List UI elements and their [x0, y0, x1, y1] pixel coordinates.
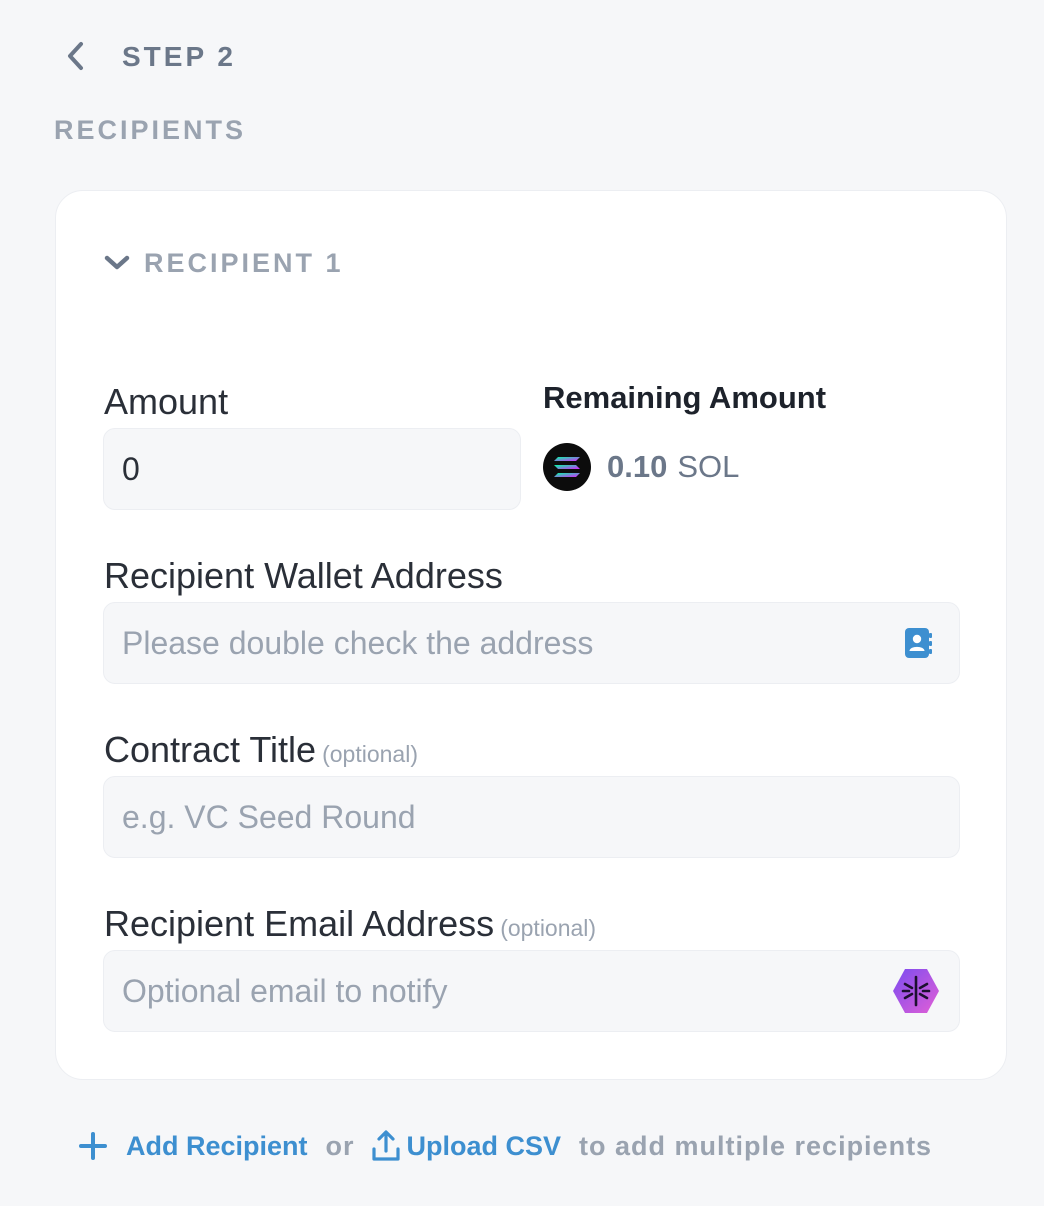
- amount-input[interactable]: [103, 428, 521, 510]
- contract-title-label-text: Contract Title: [104, 729, 317, 770]
- chevron-left-icon: [68, 42, 83, 70]
- step-label: STEP 2: [122, 41, 236, 72]
- amount-label: Amount: [104, 381, 229, 422]
- add-recipient-button[interactable]: Add Recipient: [78, 1131, 308, 1162]
- add-recipient-label: Add Recipient: [126, 1130, 308, 1161]
- solana-logo-icon: [543, 443, 591, 491]
- wallet-address-input[interactable]: [103, 602, 960, 684]
- back-button[interactable]: [56, 36, 96, 76]
- remaining-amount: 0.10 SOL: [543, 442, 739, 492]
- contract-title-label: Contract Title (optional): [104, 728, 418, 776]
- email-address-label: Recipient Email Address (optional): [104, 902, 596, 950]
- optional-hint: (optional): [500, 915, 597, 941]
- recipient-actions: Add Recipient or Upload CSV to add multi…: [78, 1126, 932, 1166]
- notify-integration-icon[interactable]: [890, 966, 942, 1016]
- or-text: or: [325, 1130, 355, 1161]
- wallet-address-label: Recipient Wallet Address: [104, 555, 503, 596]
- email-address-label-text: Recipient Email Address: [104, 903, 495, 944]
- remaining-amount-unit: SOL: [677, 449, 740, 484]
- upload-icon: [371, 1130, 400, 1161]
- chevron-down-icon: [104, 255, 130, 270]
- optional-hint: (optional): [322, 741, 418, 767]
- add-multiple-hint: to add multiple recipients: [579, 1130, 933, 1161]
- email-address-input[interactable]: [103, 950, 960, 1032]
- upload-csv-button[interactable]: Upload CSV: [371, 1129, 562, 1163]
- section-title: RECIPIENTS: [54, 115, 247, 145]
- remaining-amount-value: 0.10: [607, 449, 668, 484]
- recipient-title: RECIPIENT 1: [144, 247, 344, 278]
- remaining-amount-title: Remaining Amount: [543, 380, 827, 415]
- recipient-collapse-toggle[interactable]: RECIPIENT 1: [104, 246, 344, 280]
- upload-csv-label: Upload CSV: [406, 1130, 562, 1161]
- plus-icon: [79, 1132, 107, 1160]
- contract-title-input[interactable]: [103, 776, 960, 858]
- address-book-icon[interactable]: [900, 625, 936, 661]
